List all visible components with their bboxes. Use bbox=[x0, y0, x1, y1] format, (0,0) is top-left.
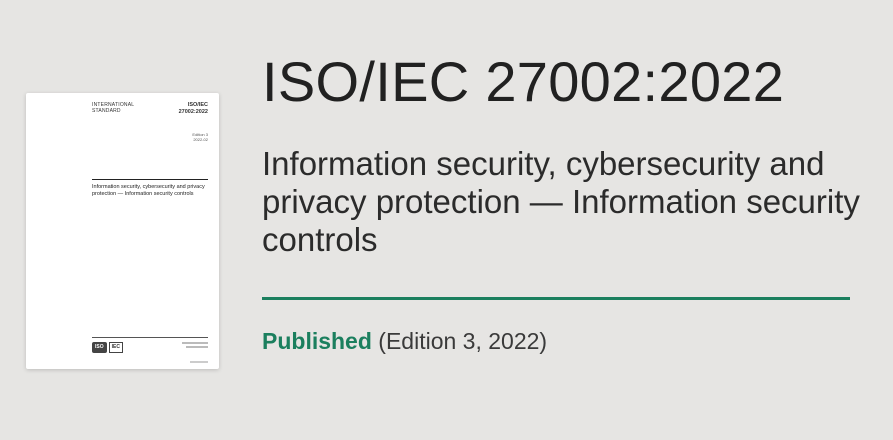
accent-divider bbox=[262, 297, 850, 300]
cover-edition: Edition 3 2022-02 bbox=[192, 132, 208, 142]
cover-title: Information security, cybersecurity and … bbox=[92, 184, 205, 197]
status-badge: Published bbox=[262, 328, 372, 354]
standard-cover-thumbnail[interactable]: INTERNATIONAL STANDARD ISO/IEC 27002:202… bbox=[26, 93, 219, 369]
cover-reference-number: ISO/IEC 27002:2022 bbox=[178, 102, 208, 115]
publication-status: Published (Edition 3, 2022) bbox=[262, 327, 547, 355]
standard-title: Information security, cybersecurity and … bbox=[262, 145, 860, 258]
cover-fine-print bbox=[182, 342, 208, 348]
page-title: ISO/IEC 27002:2022 bbox=[262, 50, 785, 113]
iso-logo-icon: ISO bbox=[92, 342, 107, 353]
iec-logo-icon: IEC bbox=[108, 342, 123, 353]
cover-copyright-line bbox=[190, 361, 208, 363]
edition-info: (Edition 3, 2022) bbox=[378, 328, 548, 354]
cover-top-rule bbox=[92, 179, 208, 180]
cover-bottom-rule bbox=[92, 337, 208, 338]
cover-document-type: INTERNATIONAL STANDARD bbox=[92, 102, 135, 114]
cover-logos: ISO IEC bbox=[92, 342, 123, 353]
